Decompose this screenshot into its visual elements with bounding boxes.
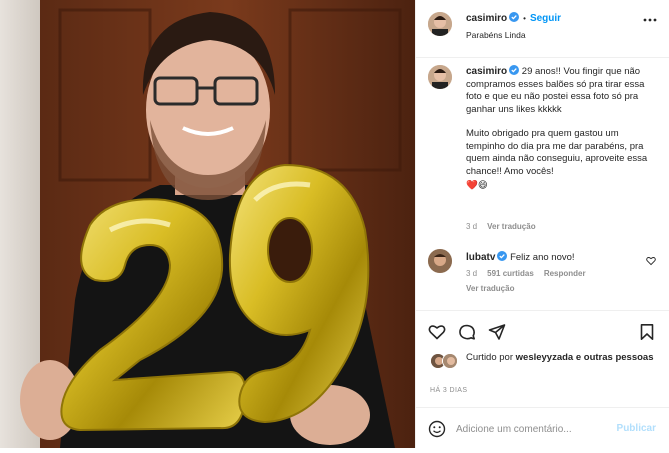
post-photo[interactable] bbox=[0, 0, 415, 448]
like-heart-icon[interactable] bbox=[428, 323, 446, 341]
comment-translate-row: Ver tradução bbox=[466, 284, 524, 293]
liked-by-username[interactable]: wesleyyzada bbox=[516, 352, 574, 363]
share-paper-plane-icon[interactable] bbox=[488, 323, 506, 341]
post-actions: Curtido por wesleyyzada e outras pessoas… bbox=[416, 310, 669, 448]
verified-icon bbox=[497, 251, 508, 261]
liker-avatar bbox=[442, 353, 458, 369]
caption-username[interactable]: casimiro bbox=[466, 66, 507, 77]
separator-dot: • bbox=[523, 14, 526, 23]
commenter-username[interactable]: lubatv bbox=[466, 252, 495, 263]
header-line: casimiro • Seguir bbox=[466, 12, 561, 24]
comment-like-icon[interactable] bbox=[646, 256, 656, 266]
comment-reply-link[interactable]: Responder bbox=[544, 269, 586, 278]
caption-paragraph-2: Muito obrigado pra quem gastou um tempin… bbox=[466, 128, 648, 177]
comment-body: Feliz ano novo! bbox=[510, 252, 575, 263]
commenter-avatar[interactable] bbox=[428, 249, 452, 273]
caption-text: casimiro 29 anos!! Vou fingir que não co… bbox=[466, 65, 656, 205]
more-options-icon[interactable] bbox=[642, 12, 658, 28]
comment-time[interactable]: 3 d bbox=[466, 269, 477, 278]
likers-avatars[interactable] bbox=[430, 353, 466, 369]
add-comment-bar: Publicar bbox=[416, 407, 669, 449]
likes-others-link[interactable]: e outras pessoas bbox=[576, 352, 654, 363]
likes-prefix: Curtido por bbox=[466, 352, 513, 363]
instagram-post: casimiro • Seguir Parabéns Linda casimiro … bbox=[0, 0, 669, 448]
post-timestamp[interactable]: HÁ 3 DIAS bbox=[430, 387, 467, 394]
verified-icon bbox=[509, 65, 520, 75]
comment-likes-count[interactable]: 591 curtidas bbox=[487, 269, 534, 278]
publish-button[interactable]: Publicar bbox=[617, 423, 656, 434]
comment-translate-link[interactable]: Ver tradução bbox=[466, 284, 514, 293]
caption-time[interactable]: 3 d bbox=[466, 222, 477, 231]
location-label[interactable]: Parabéns Linda bbox=[466, 30, 526, 40]
comment-bubble-icon[interactable] bbox=[458, 323, 476, 341]
save-bookmark-icon[interactable] bbox=[638, 323, 656, 341]
post-header: casimiro • Seguir Parabéns Linda bbox=[416, 0, 669, 58]
follow-button[interactable]: Seguir bbox=[530, 13, 561, 24]
comment-text: lubatv Feliz ano novo! bbox=[466, 251, 656, 265]
likes-summary: Curtido por wesleyyzada e outras pessoas bbox=[466, 352, 656, 365]
caption-author-avatar[interactable] bbox=[428, 65, 452, 89]
author-username[interactable]: casimiro bbox=[466, 13, 507, 24]
photo-illustration bbox=[0, 0, 415, 448]
comment-input[interactable] bbox=[456, 417, 616, 441]
caption-meta: 3 d Ver tradução bbox=[466, 222, 546, 231]
caption-emojis: ❤️😄 bbox=[466, 180, 488, 191]
comments-section: casimiro 29 anos!! Vou fingir que não co… bbox=[416, 59, 669, 310]
verified-icon bbox=[509, 12, 520, 22]
post-side-panel: casimiro • Seguir Parabéns Linda casimiro … bbox=[415, 0, 669, 448]
caption-translate-link[interactable]: Ver tradução bbox=[487, 222, 535, 231]
comment-meta: 3 d 591 curtidas Responder bbox=[466, 269, 596, 278]
author-avatar[interactable] bbox=[428, 12, 452, 36]
emoji-picker-icon[interactable] bbox=[428, 420, 446, 438]
